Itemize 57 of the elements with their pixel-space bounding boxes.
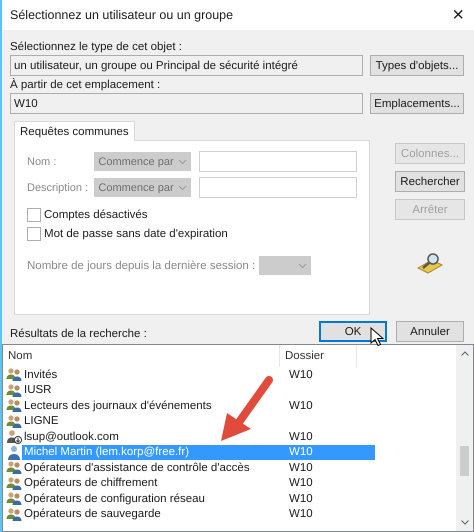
- column-header[interactable]: Dossier: [280, 345, 357, 367]
- users-icon: [6, 491, 22, 506]
- search-input[interactable]: [199, 177, 357, 198]
- users-icon: [6, 460, 22, 476]
- result-folder: W10: [288, 368, 314, 382]
- result-folder: W10: [288, 507, 314, 522]
- users-icon: [6, 398, 22, 414]
- search-icon: [416, 252, 444, 274]
- users-icon: [6, 367, 22, 382]
- tab[interactable]: Requêtes communes: [14, 121, 135, 141]
- readonly-field: un utilisateur, un groupe ou Principal de sécurité intégré: [10, 55, 363, 76]
- dialog-button[interactable]: OK: [319, 321, 387, 342]
- side-button[interactable]: Rechercher: [395, 171, 465, 192]
- window-title: Sélectionnez un utilisateur ou un groupe: [10, 8, 234, 22]
- result-name[interactable]: Opérateurs de chiffrement: [22, 476, 286, 491]
- checkbox[interactable]: [27, 227, 41, 241]
- days-dropdown[interactable]: [259, 256, 312, 275]
- result-folder: W10: [288, 460, 314, 476]
- users-icon: [6, 476, 22, 491]
- result-name[interactable]: Opérateurs de configuration réseau: [22, 491, 286, 506]
- field-label: À partir de cet emplacement :: [10, 79, 162, 91]
- field-label: Description :: [27, 182, 90, 194]
- checkbox-label: Comptes désactivés: [44, 209, 148, 221]
- result-folder: W10: [288, 492, 314, 506]
- column-header[interactable]: Nom: [3, 345, 280, 367]
- result-folder: W10: [288, 476, 314, 491]
- field-label: Sélectionnez le type de cet objet :: [10, 41, 183, 53]
- users-icon: [6, 382, 22, 398]
- scroll-up-icon: [460, 351, 468, 356]
- checkbox[interactable]: [27, 208, 41, 222]
- result-folder: W10: [288, 430, 314, 444]
- results-label: Résultats de la recherche :: [10, 328, 147, 340]
- users-icon: [6, 506, 22, 522]
- result-name[interactable]: Opérateurs d'assistance de contrôle d'accès: [22, 460, 286, 476]
- browse-button[interactable]: Types d'objets...: [370, 55, 464, 76]
- result-name[interactable]: Lecteurs des journaux d'événements: [22, 398, 286, 414]
- dialog-button[interactable]: Annuler: [396, 321, 464, 342]
- result-name[interactable]: lsup@outlook.com: [22, 429, 286, 444]
- user-download-icon: [6, 429, 22, 444]
- scroll-thumb[interactable]: [460, 446, 469, 476]
- close-button[interactable]: ×: [452, 4, 464, 26]
- checkbox-label: Mot de passe sans date d'expiration: [44, 228, 228, 240]
- result-folder: W10: [288, 398, 314, 414]
- result-name[interactable]: Invités: [22, 367, 286, 382]
- field-label: Nom :: [27, 156, 58, 168]
- scrollbar[interactable]: [456, 345, 473, 531]
- scroll-down-icon: [460, 520, 468, 525]
- users-icon: [6, 414, 22, 429]
- result-name[interactable]: LIGNE: [22, 414, 286, 429]
- user-icon: [6, 444, 22, 460]
- search-input[interactable]: [199, 151, 357, 172]
- field-label: Nombre de jours depuis la dernière session :: [27, 260, 256, 272]
- result-name[interactable]: IUSR: [22, 382, 286, 398]
- result-folder: W10: [286, 444, 375, 460]
- result-name[interactable]: Opérateurs de sauvegarde: [22, 506, 286, 522]
- readonly-field: W10: [10, 93, 363, 114]
- browse-button[interactable]: Emplacements...: [370, 93, 464, 114]
